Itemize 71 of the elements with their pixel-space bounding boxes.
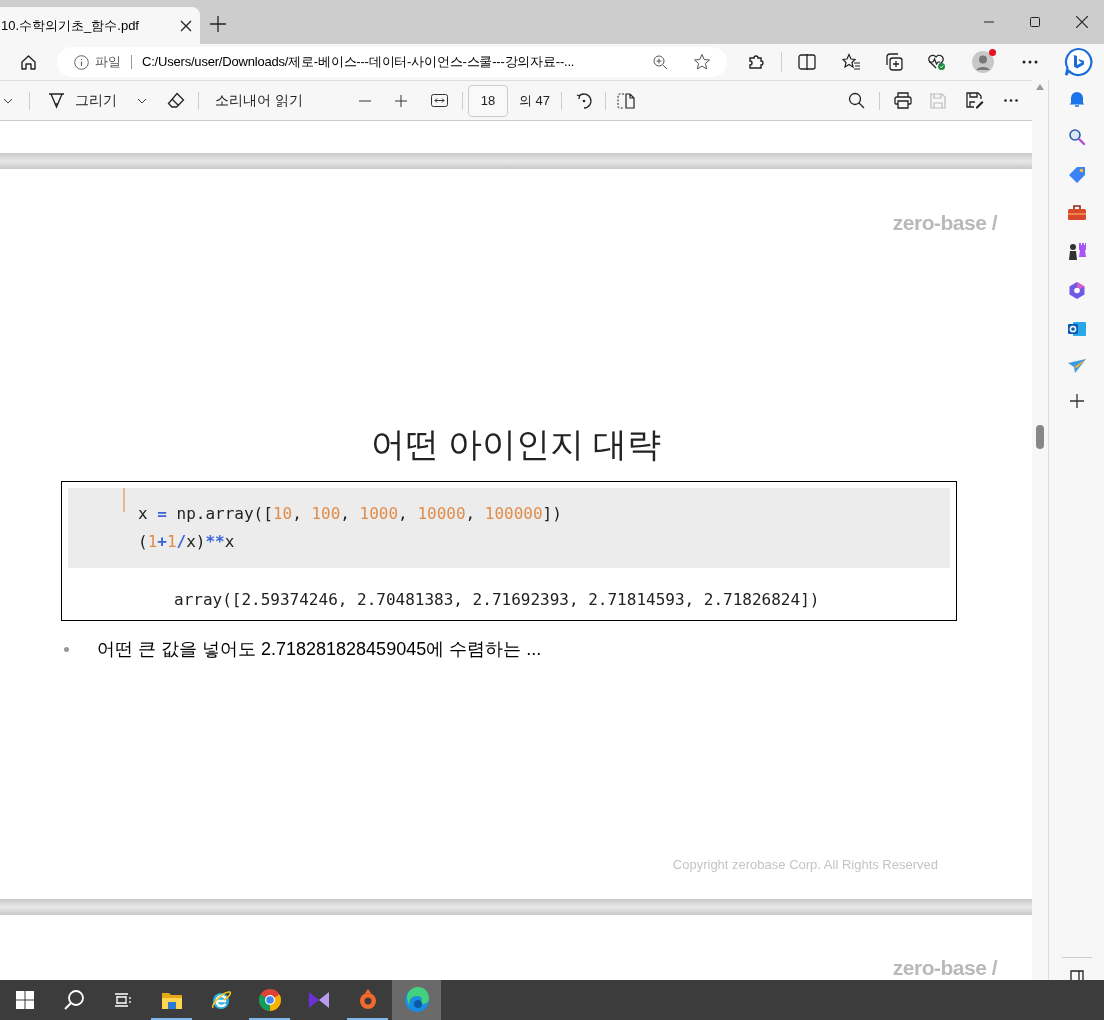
scheme-label: 파일 [95, 53, 121, 72]
sidebar-toggle-icon[interactable] [1069, 970, 1084, 980]
scroll-up-icon[interactable] [1036, 84, 1044, 90]
page-view-icon[interactable] [616, 92, 635, 109]
info-icon [74, 54, 89, 70]
page-number-field[interactable]: 18 [467, 84, 508, 117]
save-as-icon[interactable] [966, 92, 984, 109]
more-icon[interactable] [1004, 99, 1018, 102]
browser-tab[interactable]: 10.수학의기초_함수.pdf [0, 7, 200, 44]
bullet-icon [64, 646, 69, 652]
code-line: (1+1/x)**x [138, 531, 235, 553]
more-icon[interactable] [1022, 60, 1038, 64]
draw-button[interactable]: 그리기 [48, 90, 117, 111]
address-field[interactable]: 파일 C:/Users/user/Downloads/제로-베이스---데이터-사이언스-스쿨---강의자료--... [57, 47, 727, 77]
eraser-icon[interactable] [167, 92, 185, 109]
chevron-down-icon[interactable] [137, 97, 147, 104]
bell-icon[interactable] [1067, 90, 1086, 108]
bing-chat-icon[interactable] [1063, 47, 1093, 77]
slide-title: 어떤 아이인지 대략 [370, 424, 662, 464]
fit-width-icon[interactable] [430, 94, 448, 107]
new-tab-icon[interactable] [210, 16, 226, 32]
add-icon[interactable] [1069, 394, 1084, 408]
copyright-text: Copyright zerobase Corp. All Rights Reserved [672, 855, 938, 874]
puzzle-icon[interactable] [747, 53, 765, 71]
zoom-in-icon[interactable] [394, 94, 407, 107]
windows-icon [15, 991, 34, 1009]
outlook-icon[interactable] [1066, 320, 1087, 338]
bullet-text: 어떤 큰 값을 넣어도 2.718281828459045에 수렴하는 ... [97, 637, 542, 661]
running-indicator [347, 1018, 388, 1020]
brand-logo: zero-base / [892, 956, 997, 980]
office-icon[interactable] [1067, 281, 1086, 300]
brand-logo: zero-base / [892, 210, 997, 236]
rotate-icon[interactable] [574, 91, 593, 110]
split-screen-icon[interactable] [798, 54, 816, 70]
maximize-icon[interactable] [1030, 17, 1040, 27]
ring-icon [357, 988, 378, 1012]
print-icon[interactable] [894, 92, 912, 109]
tag-icon[interactable] [1067, 166, 1086, 184]
health-icon[interactable] [927, 53, 946, 71]
bowtie-icon [307, 990, 330, 1010]
favorites-icon[interactable] [842, 53, 861, 71]
read-aloud-button[interactable]: 소리내어 읽기 [215, 90, 303, 111]
home-icon[interactable] [20, 53, 37, 71]
edge-icon [403, 987, 430, 1013]
page-count: 의 47 [518, 91, 550, 110]
zoom-out-icon[interactable] [358, 99, 371, 102]
code-line: x = np.array([10, 100, 1000, 10000, 100000]) [138, 503, 562, 525]
profile-avatar[interactable] [972, 51, 994, 73]
tab-title: 10.수학의기초_함수.pdf [1, 16, 139, 35]
code-output: array([2.59374246, 2.70481383, 2.71692393, 2.71814593, 2.71826824]) [173, 589, 821, 611]
collections-icon[interactable] [885, 53, 903, 71]
chevron-down-icon[interactable] [3, 97, 13, 104]
task-view-icon [113, 992, 132, 1008]
briefcase-icon[interactable] [1066, 204, 1087, 222]
zoom-icon[interactable] [653, 54, 668, 70]
folder-icon [160, 990, 183, 1010]
pen-icon [48, 92, 65, 109]
chrome-icon [257, 988, 282, 1012]
search-icon[interactable] [848, 92, 865, 109]
text-cursor [123, 488, 125, 512]
close-icon[interactable] [1076, 16, 1088, 28]
send-icon[interactable] [1066, 358, 1087, 374]
scroll-thumb[interactable] [1036, 425, 1044, 449]
running-indicator [249, 1018, 290, 1020]
running-indicator [151, 1018, 192, 1020]
close-icon[interactable] [180, 19, 192, 32]
url-text: C:/Users/user/Downloads/제로-베이스---데이터-사이언스-스쿨---강의자료--... [142, 53, 575, 72]
chess-icon[interactable] [1066, 242, 1087, 261]
star-icon[interactable] [693, 53, 711, 71]
search-icon [62, 989, 85, 1011]
browser-e-icon [209, 989, 232, 1011]
